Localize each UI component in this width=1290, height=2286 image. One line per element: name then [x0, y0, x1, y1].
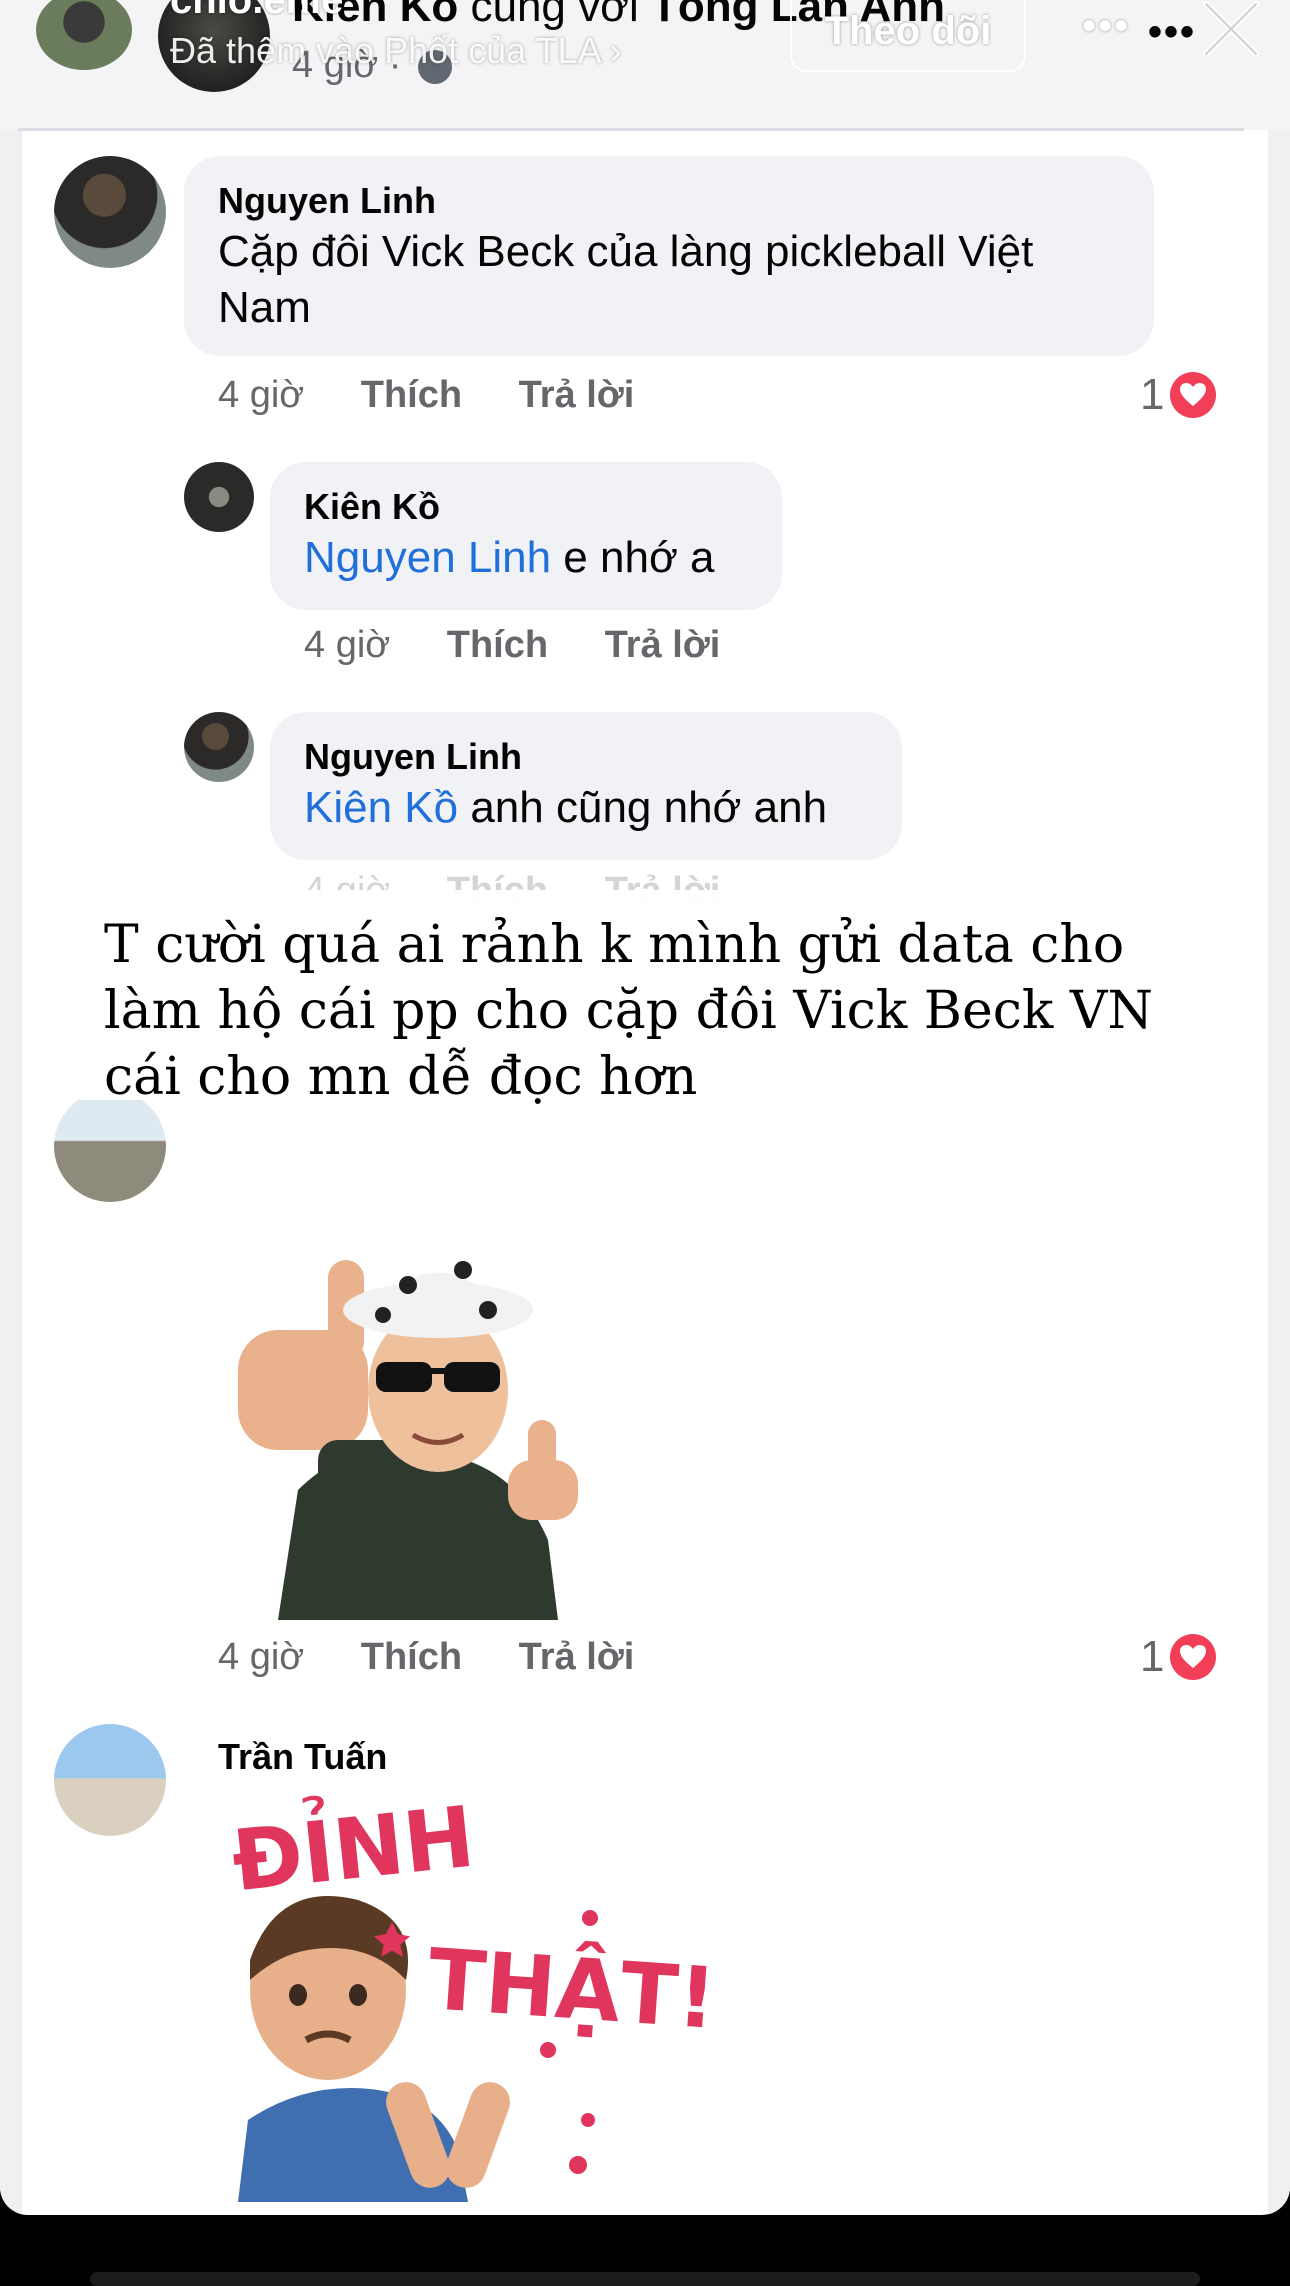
reply-bubble: Kiên Kồ Nguyen Linh e nhớ a: [270, 462, 782, 610]
story-header: Kiên Kồ cùng với Tống Lan Anh 4 giờ · ch…: [0, 0, 1290, 130]
sticker-text-2: THẬT!: [424, 1930, 720, 2048]
avatar[interactable]: [54, 156, 166, 268]
story-edge-right: [1268, 0, 1290, 2215]
avatar[interactable]: [184, 462, 254, 532]
comment-author[interactable]: Nguyen Linh: [218, 178, 1120, 224]
comment-actions: 4 giờ Thích Trả lời: [218, 374, 680, 417]
thumbs-up-sticker: [238, 1260, 578, 1620]
reply-button[interactable]: Trả lời: [519, 374, 635, 416]
comment-author[interactable]: Trần Tuấn: [218, 1734, 387, 1780]
reaction-count-text: 1: [1140, 1632, 1165, 1681]
post-more-icon: •••: [1148, 10, 1197, 54]
story-username[interactable]: chio.enie: [170, 0, 343, 23]
home-indicator[interactable]: [90, 2272, 1200, 2286]
reaction-count-text: 1: [1140, 370, 1165, 419]
mention-link[interactable]: Kiên Kồ: [304, 783, 458, 832]
comment-text: Cặp đôi Vick Beck của làng pickleball Vi…: [218, 227, 1034, 332]
story-frame: Kiên Kồ cùng với Tống Lan Anh 4 giờ · ch…: [0, 0, 1290, 2215]
story-edge-left: [0, 0, 22, 2215]
comment-time: 4 giờ: [218, 1636, 305, 1678]
comment-text: Kiên Kồ anh cũng nhớ anh: [304, 780, 868, 836]
reply-bubble: Nguyen Linh Kiên Kồ anh cũng nhớ anh: [270, 712, 902, 860]
reaction-count[interactable]: 1: [1140, 370, 1217, 420]
story-subtitle[interactable]: Đã thêm vào Phốt của TLA ›: [170, 30, 622, 72]
comment-author[interactable]: Nguyen Linh: [304, 734, 868, 780]
dinh-that-sticker: ĐỈNH THẬT!: [218, 1788, 719, 2202]
close-icon[interactable]: [1196, 0, 1266, 64]
avatar[interactable]: [184, 712, 254, 782]
reaction-count[interactable]: 1: [1140, 1632, 1217, 1682]
comment-author[interactable]: Kiên Kồ: [304, 484, 748, 530]
comment-time: 4 giờ: [218, 374, 305, 416]
like-button[interactable]: Thích: [361, 374, 462, 416]
comment-text-body: anh cũng nhớ anh: [458, 783, 828, 832]
comment-actions: 4 giờ Thích Trả lời: [304, 624, 766, 667]
comment-text: Nguyen Linh e nhớ a: [304, 530, 748, 586]
post-connector: cùng với: [470, 0, 639, 31]
heart-icon: [1170, 1634, 1217, 1680]
follow-button[interactable]: Theo dõi: [790, 0, 1026, 72]
story-caption: T cười quá ai rảnh k mình gửi data cho l…: [104, 915, 1153, 1107]
reply-button[interactable]: Trả lời: [605, 624, 721, 666]
comment-time: 4 giờ: [304, 624, 391, 666]
header-divider: [18, 128, 1244, 131]
more-icon[interactable]: •••: [1082, 4, 1130, 49]
comment-actions: 4 giờ Thích Trả lời: [218, 1636, 680, 1679]
like-button[interactable]: Thích: [361, 1636, 462, 1678]
comment-text-body: e nhớ a: [551, 533, 715, 582]
avatar[interactable]: [54, 1724, 166, 1836]
comment-bubble: Nguyen Linh Cặp đôi Vick Beck của làng p…: [184, 156, 1154, 356]
reply-button[interactable]: Trả lời: [519, 1636, 635, 1678]
story-subtitle-text: Đã thêm vào Phốt của TLA: [170, 30, 600, 71]
like-button[interactable]: Thích: [447, 624, 548, 666]
chevron-right-icon: ›: [609, 30, 622, 71]
heart-icon: [1170, 372, 1217, 418]
mention-link[interactable]: Nguyen Linh: [304, 533, 551, 582]
story-user-avatar[interactable]: [36, 0, 132, 70]
